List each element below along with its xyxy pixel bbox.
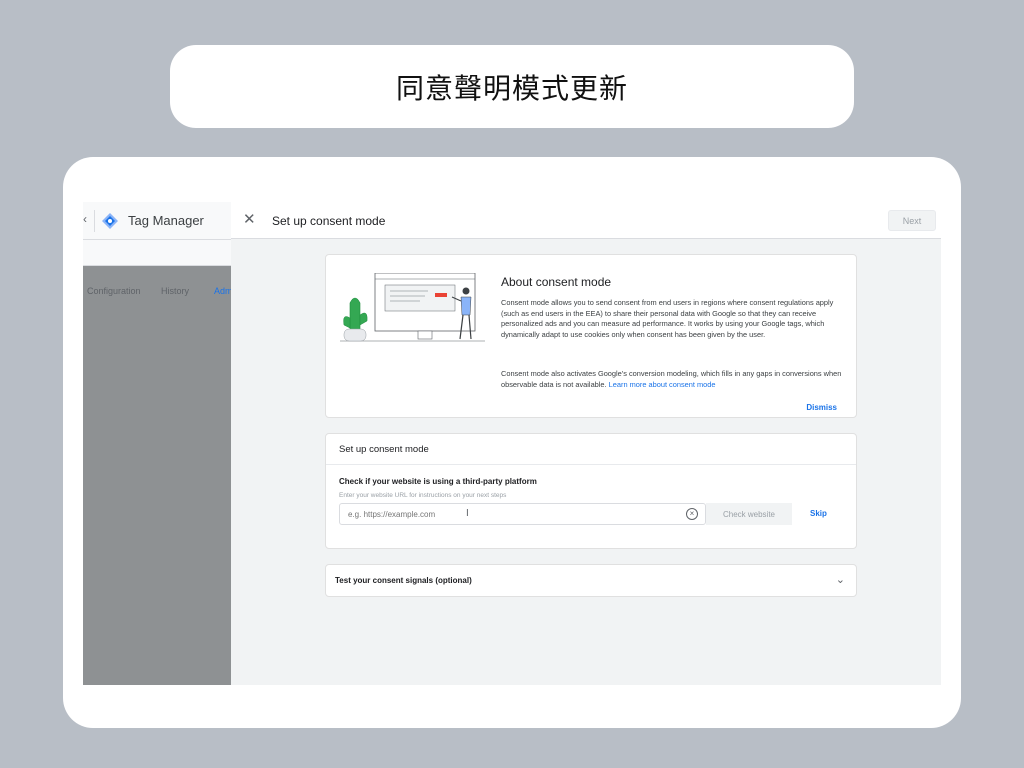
tab-configuration[interactable]: Configuration bbox=[87, 286, 141, 296]
app-title: Tag Manager bbox=[128, 213, 204, 228]
dialog-title: Set up consent mode bbox=[272, 214, 386, 228]
setup-consent-mode-panel: Set up consent mode Check if your websit… bbox=[325, 433, 857, 549]
banner-title: 同意聲明模式更新 bbox=[395, 71, 628, 105]
dialog-header: ✕ Set up consent mode Next bbox=[231, 202, 941, 239]
tab-admin[interactable]: Adm bbox=[214, 286, 233, 296]
background-app: ‹ Tag Manager Configuration History Adm bbox=[83, 202, 233, 685]
consent-illustration bbox=[340, 273, 485, 342]
check-website-button[interactable]: Check website bbox=[706, 503, 792, 525]
background-tabs: Configuration History Adm bbox=[83, 240, 233, 296]
consent-mode-dialog: ✕ Set up consent mode Next About consent… bbox=[231, 202, 941, 685]
tag-manager-logo-icon bbox=[102, 213, 118, 229]
setup-heading: Set up consent mode bbox=[326, 434, 856, 465]
check-website-hint: Enter your website URL for instructions … bbox=[339, 492, 507, 499]
about-paragraph-2: Consent mode also activates Google's con… bbox=[501, 369, 846, 390]
clear-icon[interactable]: × bbox=[686, 508, 698, 520]
screenshot-frame: ‹ Tag Manager Configuration History Adm … bbox=[83, 202, 941, 685]
back-arrow-icon[interactable]: ‹ bbox=[83, 212, 87, 226]
test-consent-signals-panel[interactable]: Test your consent signals (optional) ⌄ bbox=[325, 564, 857, 597]
website-url-input[interactable] bbox=[339, 503, 706, 525]
tab-history[interactable]: History bbox=[161, 286, 189, 296]
background-topbar: ‹ Tag Manager bbox=[83, 202, 231, 240]
about-paragraph-1: Consent mode allows you to send consent … bbox=[501, 298, 834, 339]
check-website-heading: Check if your website is using a third-p… bbox=[339, 477, 537, 486]
chevron-down-icon[interactable]: ⌄ bbox=[836, 573, 845, 586]
next-button[interactable]: Next bbox=[888, 210, 936, 231]
learn-more-link[interactable]: Learn more about consent mode bbox=[609, 380, 716, 389]
banner: 同意聲明模式更新 bbox=[170, 45, 854, 128]
about-consent-mode-panel: About consent mode Consent mode allows y… bbox=[325, 254, 857, 418]
divider bbox=[94, 210, 95, 232]
close-icon[interactable]: ✕ bbox=[243, 211, 256, 229]
test-consent-heading: Test your consent signals (optional) bbox=[335, 576, 472, 585]
dismiss-button[interactable]: Dismiss bbox=[806, 403, 837, 412]
skip-button[interactable]: Skip bbox=[810, 509, 827, 518]
text-cursor-icon: I bbox=[466, 508, 469, 519]
about-heading: About consent mode bbox=[501, 275, 612, 289]
